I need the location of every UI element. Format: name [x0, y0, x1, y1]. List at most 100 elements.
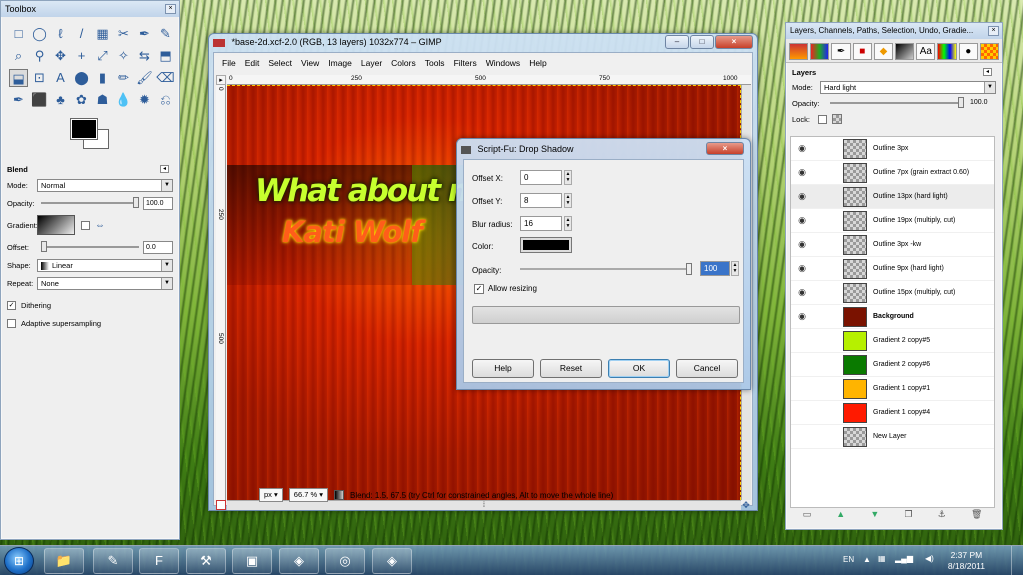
layer-visibility-eye-icon[interactable]: ◉ [791, 167, 813, 178]
tool-button-26[interactable]: ♣ [51, 91, 70, 109]
opacity-spinbox[interactable]: 100.0 [143, 196, 173, 210]
dialog-titlebar[interactable]: Script-Fu: Drop Shadow × [457, 139, 750, 159]
quick-mask-toggle-icon[interactable] [216, 500, 226, 510]
menu-help[interactable]: Help [529, 58, 546, 68]
tool-button-31[interactable]: ⎌ [156, 91, 175, 109]
network-icon[interactable]: ▦ [878, 554, 886, 563]
tool-button-20[interactable]: ▮ [93, 69, 112, 87]
delete-layer-icon[interactable]: 🗑 [971, 509, 982, 525]
tool-button-27[interactable]: ✿ [72, 91, 91, 109]
zoom-select[interactable]: 66.7 % ▾ [288, 488, 328, 502]
unit-select[interactable]: px ▾ [259, 488, 283, 502]
layer-row[interactable]: ◉ Outline 3px [791, 137, 994, 161]
menu-windows[interactable]: Windows [486, 58, 520, 68]
layer-row[interactable]: ◉ Background [791, 305, 994, 329]
dialog-opacity-slider-handle[interactable] [686, 263, 692, 275]
lock-alpha-icon[interactable] [832, 114, 842, 124]
tool-button-13[interactable]: ✧ [114, 47, 133, 65]
brushes-tab-icon[interactable]: ● [958, 43, 978, 60]
menu-file[interactable]: File [222, 58, 236, 68]
tool-button-25[interactable]: ⬛ [30, 91, 49, 109]
menu-tools[interactable]: Tools [425, 58, 445, 68]
reset-button[interactable]: Reset [540, 359, 602, 378]
repeat-select[interactable]: None ▼ [37, 276, 173, 290]
offset-spinbox[interactable]: 0.0 [143, 240, 173, 254]
start-button[interactable]: ⊞ [4, 547, 34, 575]
maximize-button[interactable]: □ [690, 35, 714, 49]
tool-button-8[interactable]: ⌕ [9, 47, 28, 65]
minimize-button[interactable]: – [665, 35, 689, 49]
tool-button-16[interactable]: ⬓ [9, 69, 28, 87]
offset-slider-handle[interactable] [41, 241, 47, 252]
navigate-icon[interactable]: ✥ [741, 500, 751, 510]
explorer-taskbar-icon[interactable]: 📁 [44, 548, 84, 574]
menu-image[interactable]: Image [328, 58, 352, 68]
tool-button-30[interactable]: ✹ [135, 91, 154, 109]
menu-colors[interactable]: Colors [391, 58, 416, 68]
tool-button-21[interactable]: ✏ [114, 69, 133, 87]
help-button[interactable]: Help [472, 359, 534, 378]
tool-button-17[interactable]: ⊡ [30, 69, 49, 87]
tool-button-3[interactable]: / [72, 25, 91, 43]
foreground-color-swatch[interactable] [70, 118, 98, 140]
volume-icon[interactable]: ◀) [925, 554, 934, 563]
horizontal-ruler[interactable]: 0 250 500 750 1000 [227, 75, 751, 85]
layer-mode-select[interactable]: Hard light ▼ [820, 80, 996, 94]
gradient-preview[interactable] [37, 215, 75, 235]
gimp-taskbar-icon[interactable]: ◈ [372, 548, 412, 574]
tool-button-4[interactable]: ▦ [93, 25, 112, 43]
layer-visibility-eye-icon[interactable]: ◉ [791, 263, 813, 274]
tool-button-7[interactable]: ✎ [156, 25, 175, 43]
layer-visibility-eye-icon[interactable]: ◉ [791, 215, 813, 226]
layer-row[interactable]: Gradient 2 copy#5 [791, 329, 994, 353]
gradients-tab-icon[interactable] [895, 43, 915, 60]
anchor-layer-icon[interactable]: ⚓ [938, 509, 946, 525]
cancel-button[interactable]: Cancel [676, 359, 738, 378]
adaptive-supersampling-checkbox[interactable] [7, 318, 16, 328]
layer-row[interactable]: ◉ Outline 7px (grain extract 0.60) [791, 161, 994, 185]
tool-button-0[interactable]: □ [9, 25, 28, 43]
menu-edit[interactable]: Edit [245, 58, 260, 68]
menu-select[interactable]: Select [268, 58, 292, 68]
panel-menu-icon[interactable]: ◂ [160, 165, 169, 173]
notepad-taskbar-icon[interactable]: ✎ [93, 548, 133, 574]
tool-button-24[interactable]: ✒ [9, 91, 28, 109]
shape-select[interactable]: Linear ▼ [37, 258, 173, 272]
layer-visibility-eye-icon[interactable]: ◉ [791, 191, 813, 202]
chrome-taskbar-icon[interactable]: ◎ [325, 548, 365, 574]
dialog-close-button[interactable]: × [706, 142, 744, 155]
show-desktop-button[interactable] [1011, 546, 1023, 575]
layer-row[interactable]: ◉ Outline 15px (multiply, cut) [791, 281, 994, 305]
layer-row[interactable]: Gradient 1 copy#4 [791, 401, 994, 425]
patterns-tab-icon[interactable] [979, 43, 1000, 60]
palettes-tab-icon[interactable] [937, 43, 957, 60]
layer-row[interactable]: Gradient 2 copy#6 [791, 353, 994, 377]
dialog-opacity-input[interactable]: 100 [700, 261, 730, 276]
shadow-color-button[interactable] [520, 237, 572, 253]
offset-y-spinner[interactable]: ▲ ▼ [564, 193, 572, 208]
menu-layer[interactable]: Layer [361, 58, 382, 68]
opacity-slider-handle[interactable] [133, 197, 139, 208]
tool-button-2[interactable]: ℓ [51, 25, 70, 43]
image-window-titlebar[interactable]: *base-2d.xcf-2.0 (RGB, 13 layers) 1032x7… [209, 34, 757, 50]
tool-button-10[interactable]: ✥ [51, 47, 70, 65]
layer-row[interactable]: Gradient 1 copy#1 [791, 377, 994, 401]
toolbox-close-icon[interactable]: × [165, 4, 176, 14]
offset-y-input[interactable]: 8 [520, 193, 562, 208]
opacity-slider[interactable] [41, 197, 139, 208]
layers-tab-icon[interactable] [789, 43, 809, 60]
tool-button-22[interactable]: 🖌 [135, 69, 154, 87]
selection-tab-icon[interactable]: ■ [852, 43, 872, 60]
raise-layer-icon[interactable]: ▲ [836, 509, 845, 525]
reverse-gradient-icon[interactable]: ⇔ [95, 220, 105, 231]
tool-button-11[interactable]: + [72, 47, 91, 65]
layers-panel-menu-icon[interactable]: ◂ [983, 68, 992, 76]
layer-visibility-eye-icon[interactable]: ◉ [791, 239, 813, 250]
toolbox-titlebar[interactable]: Toolbox × [1, 1, 179, 17]
layer-row[interactable]: New Layer [791, 425, 994, 449]
paths-tab-icon[interactable]: ✒ [831, 43, 851, 60]
tool-button-15[interactable]: ⬒ [156, 47, 175, 65]
layer-visibility-eye-icon[interactable]: ◉ [791, 143, 813, 154]
system-taskbar-icon[interactable]: ▣ [232, 548, 272, 574]
duplicate-layer-icon[interactable]: ❐ [904, 509, 912, 525]
